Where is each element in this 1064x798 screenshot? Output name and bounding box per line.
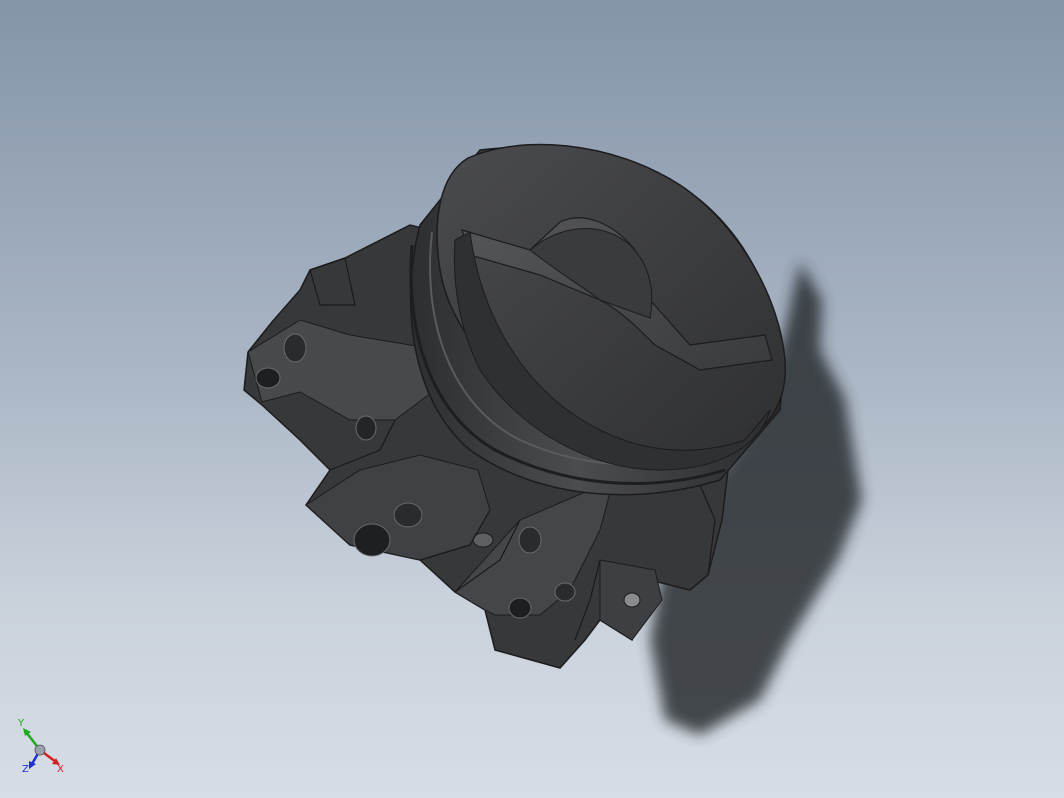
- triad-x-label: X: [57, 764, 64, 772]
- orientation-triad[interactable]: Y X Z: [14, 716, 66, 772]
- triad-y-label: Y: [17, 718, 25, 729]
- graphics-viewport[interactable]: Y X Z: [0, 0, 1064, 798]
- triad-z-label: Z: [22, 764, 29, 772]
- model-scene[interactable]: [0, 0, 1064, 798]
- triad-origin: [34, 744, 46, 756]
